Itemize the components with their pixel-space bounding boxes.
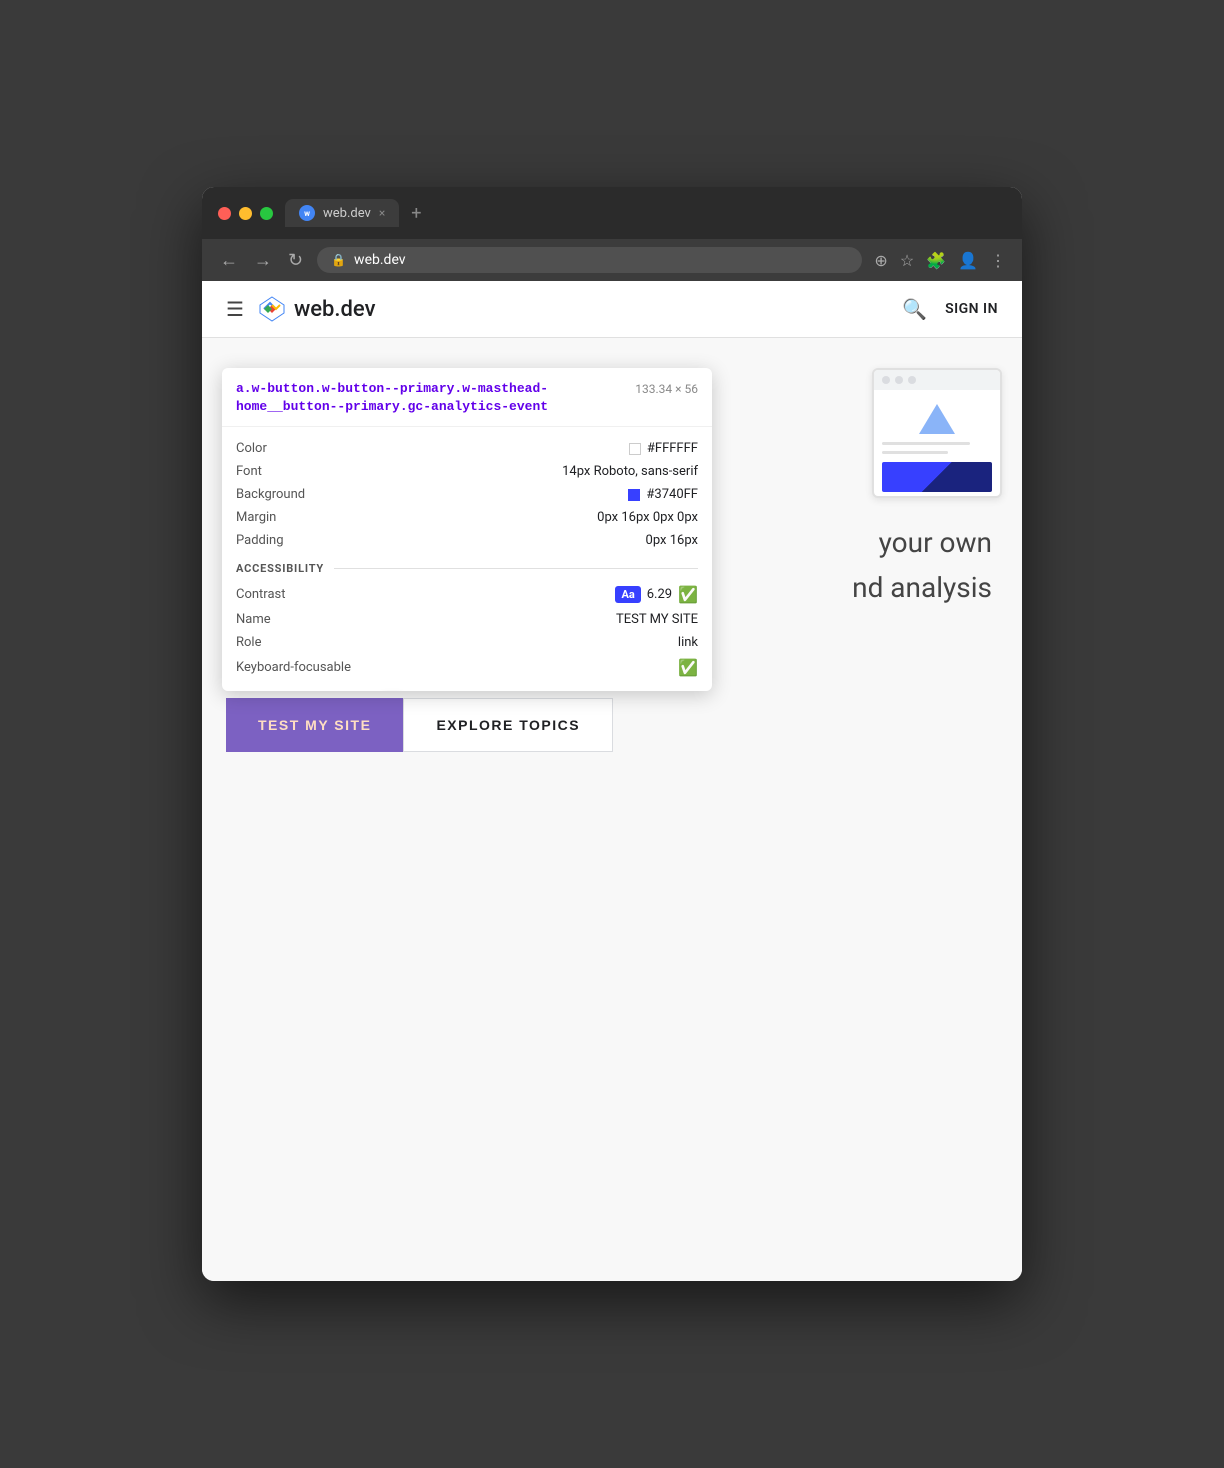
traffic-lights [218,207,273,220]
sign-in-button[interactable]: SIGN IN [945,301,998,317]
minimize-button[interactable] [239,207,252,220]
lock-icon: 🔒 [331,253,346,267]
refresh-button[interactable]: ↻ [286,248,305,273]
extensions-icon[interactable]: 🧩 [926,251,946,270]
keyboard-value: ✅ [678,658,698,677]
margin-row: Margin 0px 16px 0px 0px [236,506,698,529]
mockup-line-1 [882,442,970,445]
mockup-dot-1 [882,376,890,384]
keyboard-check-icon: ✅ [678,658,698,677]
menu-icon[interactable]: ⋮ [990,251,1006,270]
browser-mockup [872,368,1002,498]
accessibility-section-label: ACCESSIBILITY [236,562,334,575]
buttons-row: TEST MY SITE EXPLORE TOPICS [226,698,998,752]
header-right: 🔍 SIGN IN [902,297,998,321]
role-label: Role [236,635,336,650]
element-selector: a.w-button.w-button--primary.w-masthead-… [236,380,623,416]
mockup-triangle [919,404,955,434]
color-swatch-blue [628,489,640,501]
contrast-check-icon: ✅ [678,585,698,604]
hero-section: a.w-button.w-button--primary.w-masthead-… [202,338,1022,938]
address-bar: ← → ↻ 🔒 web.dev ⊕ ☆ 🧩 👤 ⋮ [202,239,1022,281]
name-row: Name TEST MY SITE [236,608,698,631]
element-dimensions: 133.34 × 56 [635,380,698,396]
inspector-body: Color #FFFFFF Font 14px Roboto, sans-ser… [222,427,712,691]
maximize-button[interactable] [260,207,273,220]
inspector-popup: a.w-button.w-button--primary.w-masthead-… [222,368,712,691]
padding-value: 0px 16px [646,533,698,548]
url-text: web.dev [354,252,406,268]
address-field[interactable]: 🔒 web.dev [317,247,862,273]
hero-text-partial-2: your own [879,523,992,562]
mockup-blue-shape [882,462,992,492]
logo-icon [258,295,286,323]
logo-text: web.dev [294,297,376,322]
hero-text-partial-3: nd analysis [852,568,992,607]
role-row: Role link [236,631,698,654]
mockup-dot-2 [895,376,903,384]
color-swatch-white [629,443,641,455]
site-logo[interactable]: web.dev [258,295,376,323]
mockup-titlebar [874,370,1000,390]
role-value: link [678,635,698,650]
search-icon[interactable]: 🔍 [902,297,927,321]
bookmark-icon[interactable]: ☆ [900,251,914,270]
color-row: Color #FFFFFF [236,437,698,460]
name-label: Name [236,612,336,627]
forward-button[interactable]: → [252,248,274,273]
back-button[interactable]: ← [218,248,240,273]
hamburger-menu-icon[interactable]: ☰ [226,297,244,321]
explore-topics-button[interactable]: EXPLORE TOPICS [403,698,613,752]
mockup-content [874,390,1000,498]
font-value: 14px Roboto, sans-serif [562,464,698,479]
new-tab-button[interactable]: + [407,203,425,224]
browser-tab[interactable]: w web.dev × [285,199,399,227]
font-label: Font [236,464,336,479]
webpage: ☰ web.dev 🔍 SIGN IN [202,281,1022,1281]
margin-value: 0px 16px 0px 0px [597,510,698,525]
browser-window: w web.dev × + ← → ↻ 🔒 web.dev ⊕ ☆ 🧩 👤 ⋮ … [202,187,1022,1281]
background-value: #3740FF [628,487,698,502]
mockup-line-2 [882,451,948,454]
tab-favicon: w [299,205,315,221]
site-header: ☰ web.dev 🔍 SIGN IN [202,281,1022,338]
title-bar: w web.dev × + [202,187,1022,239]
contrast-row: Contrast Aa 6.29 ✅ [236,581,698,608]
keyboard-row: Keyboard-focusable ✅ [236,654,698,681]
test-my-site-button[interactable]: TEST MY SITE [226,698,403,752]
color-label: Color [236,441,336,456]
color-value: #FFFFFF [629,441,698,456]
header-left: ☰ web.dev [226,295,375,323]
divider [334,568,698,569]
background-row: Background #3740FF [236,483,698,506]
tab-close-icon[interactable]: × [379,206,385,220]
margin-label: Margin [236,510,336,525]
close-button[interactable] [218,207,231,220]
inspector-header: a.w-button.w-button--primary.w-masthead-… [222,368,712,427]
browser-actions: ⊕ ☆ 🧩 👤 ⋮ [874,251,1006,270]
zoom-icon[interactable]: ⊕ [874,251,887,270]
profile-icon[interactable]: 👤 [958,251,978,270]
mockup-dot-3 [908,376,916,384]
contrast-value: Aa 6.29 ✅ [615,585,698,604]
padding-row: Padding 0px 16px [236,529,698,552]
keyboard-label: Keyboard-focusable [236,660,351,675]
background-label: Background [236,487,336,502]
tab-bar: w web.dev × + [285,199,1006,227]
contrast-label: Contrast [236,587,336,602]
font-row: Font 14px Roboto, sans-serif [236,460,698,483]
tab-label: web.dev [323,206,371,221]
name-value: TEST MY SITE [616,612,698,627]
contrast-badge: Aa [615,586,640,603]
padding-label: Padding [236,533,336,548]
